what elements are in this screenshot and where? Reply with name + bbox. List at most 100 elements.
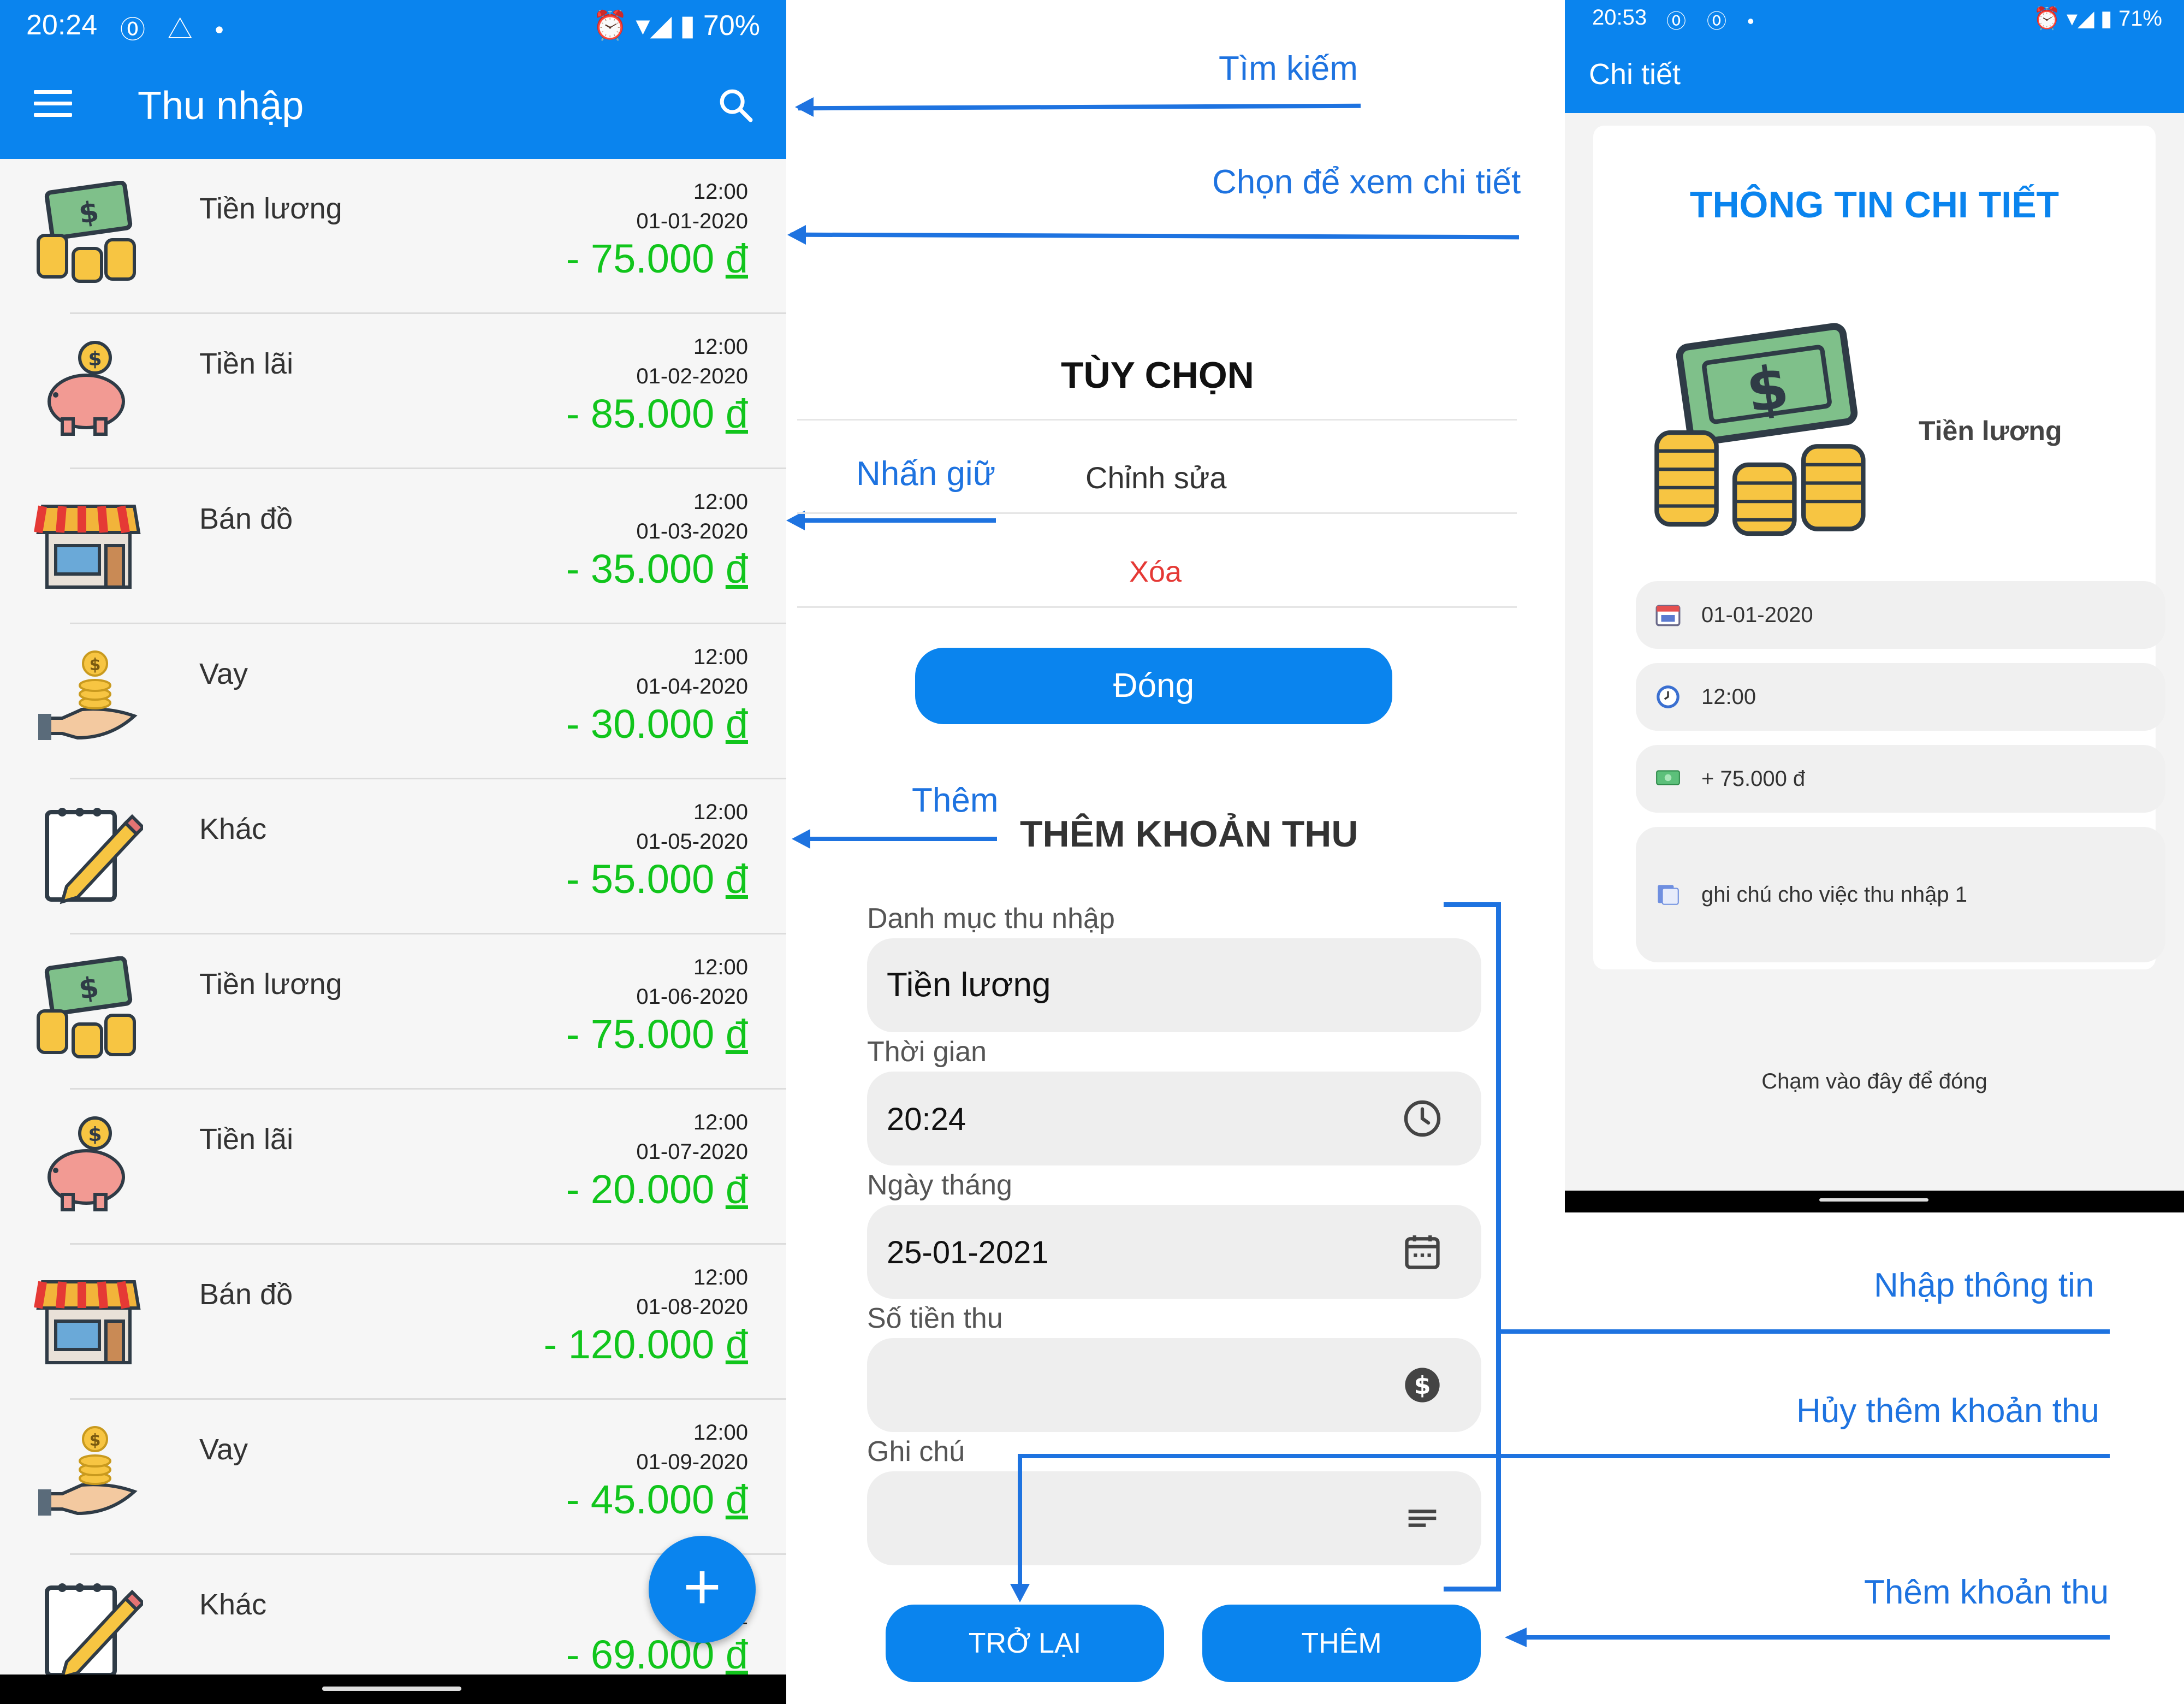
list-item[interactable]: $ Tiền lãi 12:00 01-02-2020- 85.000 đ [0, 314, 786, 469]
list-item[interactable]: $ Tiền lương 12:00 01-06-2020- 75.000 đ [0, 934, 786, 1090]
close-dialog-button[interactable]: Đóng [915, 648, 1392, 724]
item-category: Vay [199, 1433, 248, 1466]
status-right: ⏰ ▾◢ ▮ 70% [592, 10, 760, 42]
annotation-search: Tìm kiếm [1219, 50, 1358, 87]
list-item[interactable]: Khác 12:00 01-05-2020- 55.000 đ [0, 779, 786, 934]
item-time: 12:00 [693, 490, 748, 514]
note-icon [1658, 885, 1679, 905]
amount-field[interactable]: $ [867, 1338, 1481, 1432]
item-amount: - 55.000 đ [566, 856, 748, 902]
item-time: 12:00 [693, 1265, 748, 1289]
annotation-line [1020, 1454, 2110, 1458]
status-bar: 20:24 ⓪ △ • ⏰ ▾◢ ▮ 70% [0, 0, 786, 52]
menu-icon[interactable] [34, 90, 72, 117]
item-amount: - 85.000 đ [566, 390, 748, 437]
item-time: 12:00 [693, 955, 748, 979]
currency-symbol: đ [725, 391, 748, 436]
item-amount: - 20.000 đ [566, 1166, 748, 1212]
currency-symbol: đ [725, 1167, 748, 1212]
dollar-icon[interactable]: $ [1402, 1364, 1443, 1406]
delete-option[interactable]: Xóa [1129, 555, 1182, 589]
item-date: 01-06-2020 [636, 985, 748, 1009]
list-item[interactable]: $ Tiền lương 12:00 01-01-2020- 75.000 đ [0, 159, 786, 314]
home-indicator[interactable] [1819, 1198, 1928, 1202]
currency-symbol: đ [725, 236, 748, 281]
edit-option[interactable]: Chỉnh sửa [1085, 460, 1227, 495]
annotation-long-press: Nhấn giữ [856, 455, 996, 493]
annotation-line [1018, 1454, 1022, 1589]
item-amount: - 75.000 đ [566, 235, 748, 282]
add-income-fab[interactable]: + [649, 1536, 756, 1643]
item-amount: - 35.000 đ [566, 546, 748, 592]
item-date: 01-08-2020 [636, 1295, 748, 1319]
shop-icon [34, 1267, 143, 1376]
arrowhead [787, 225, 806, 245]
page-title: Thu nhập [138, 84, 304, 128]
item-category: Bán đồ [199, 1278, 293, 1311]
money-coins-icon: $ [34, 180, 143, 290]
detail-category: Tiền lương [1919, 416, 2062, 446]
svg-text:$: $ [1414, 1372, 1431, 1400]
divider [797, 512, 1517, 514]
nav-bar [1565, 1191, 2184, 1212]
note-label: Ghi chú [867, 1436, 965, 1468]
options-dialog-title: TÙY CHỌN [1061, 354, 1254, 396]
category-label: Danh mục thu nhập [867, 903, 1115, 934]
search-icon[interactable] [716, 86, 755, 124]
detail-card: THÔNG TIN CHI TIẾT $ Tiền lương 01-01-20… [1593, 126, 2165, 969]
item-amount: - 75.000 đ [566, 1011, 748, 1057]
list-item[interactable]: Bán đồ 12:00 01-08-2020- 120.000 đ [0, 1245, 786, 1400]
amount-value: - 75.000 [566, 1011, 715, 1057]
currency-symbol: đ [725, 546, 748, 591]
currency-symbol: đ [725, 701, 748, 747]
item-category: Khác [199, 813, 267, 845]
detail-time: 12:00 [1701, 685, 1756, 709]
list-item[interactable]: $ Tiền lãi 12:00 01-07-2020- 20.000 đ [0, 1090, 786, 1245]
clock-icon[interactable] [1402, 1098, 1443, 1139]
item-date: 01-02-2020 [636, 364, 748, 388]
notepad-pencil-icon [34, 801, 146, 910]
item-amount: - 45.000 đ [566, 1476, 748, 1523]
list-item[interactable]: $ Vay 12:00 01-04-2020- 30.000 đ [0, 624, 786, 779]
item-time: 12:00 [693, 335, 748, 359]
arrowhead [792, 829, 810, 849]
annotation-cancel-add: Hủy thêm khoản thu [1796, 1392, 2099, 1430]
note-field[interactable] [867, 1471, 1481, 1565]
bracket-line [1496, 902, 1501, 1591]
annotation-add-income: Thêm khoản thu [1864, 1573, 2109, 1611]
item-date: 01-04-2020 [636, 674, 748, 699]
calendar-icon [1655, 605, 1681, 626]
currency-symbol: đ [725, 1011, 748, 1057]
item-category: Tiền lương [199, 968, 342, 1001]
list-item[interactable]: $ Vay 12:00 01-09-2020- 45.000 đ [0, 1400, 786, 1555]
detail-note-field: ghi chú cho việc thu nhập 1 [1636, 827, 2165, 962]
item-category: Tiền lãi [199, 347, 294, 380]
piggy-bank-icon: $ [34, 336, 143, 445]
annotation-line [1500, 1329, 2110, 1334]
divider [797, 606, 1517, 608]
back-button[interactable]: TRỞ LẠI [886, 1605, 1164, 1682]
close-hint[interactable]: Chạm vào đây để đóng [1565, 1069, 2184, 1094]
detail-date-field: 01-01-2020 [1636, 581, 2165, 649]
home-indicator[interactable] [322, 1687, 461, 1691]
calendar-icon[interactable] [1402, 1231, 1443, 1273]
list-item[interactable]: Bán đồ 12:00 01-03-2020 - 35.000 đ [0, 469, 786, 624]
category-field[interactable]: Tiền lương [867, 938, 1481, 1032]
hand-coins-icon: $ [34, 1422, 143, 1531]
detail-note: ghi chú cho việc thu nhập 1 [1701, 883, 1968, 907]
time-field[interactable]: 20:24 [867, 1072, 1481, 1165]
bracket-line [1444, 902, 1500, 907]
detail-amount-field: + 75.000 đ [1636, 745, 2165, 813]
notepad-pencil-icon [34, 1577, 146, 1686]
date-value: 25-01-2021 [887, 1235, 1049, 1270]
divider [797, 419, 1517, 421]
bracket-line [1444, 1587, 1500, 1591]
item-category: Vay [199, 658, 248, 690]
svg-text:$: $ [88, 1123, 102, 1146]
money-coins-icon: $ [34, 956, 143, 1066]
detail-screen: 20:53 ⓪ ⓪ • ⏰ ▾◢ ▮ 71% Chi tiết THÔNG TI… [1565, 0, 2184, 1212]
date-field[interactable]: 25-01-2021 [867, 1205, 1481, 1299]
notes-icon[interactable] [1402, 1498, 1443, 1539]
item-date: 01-05-2020 [636, 830, 748, 854]
add-button[interactable]: THÊM [1202, 1605, 1481, 1682]
